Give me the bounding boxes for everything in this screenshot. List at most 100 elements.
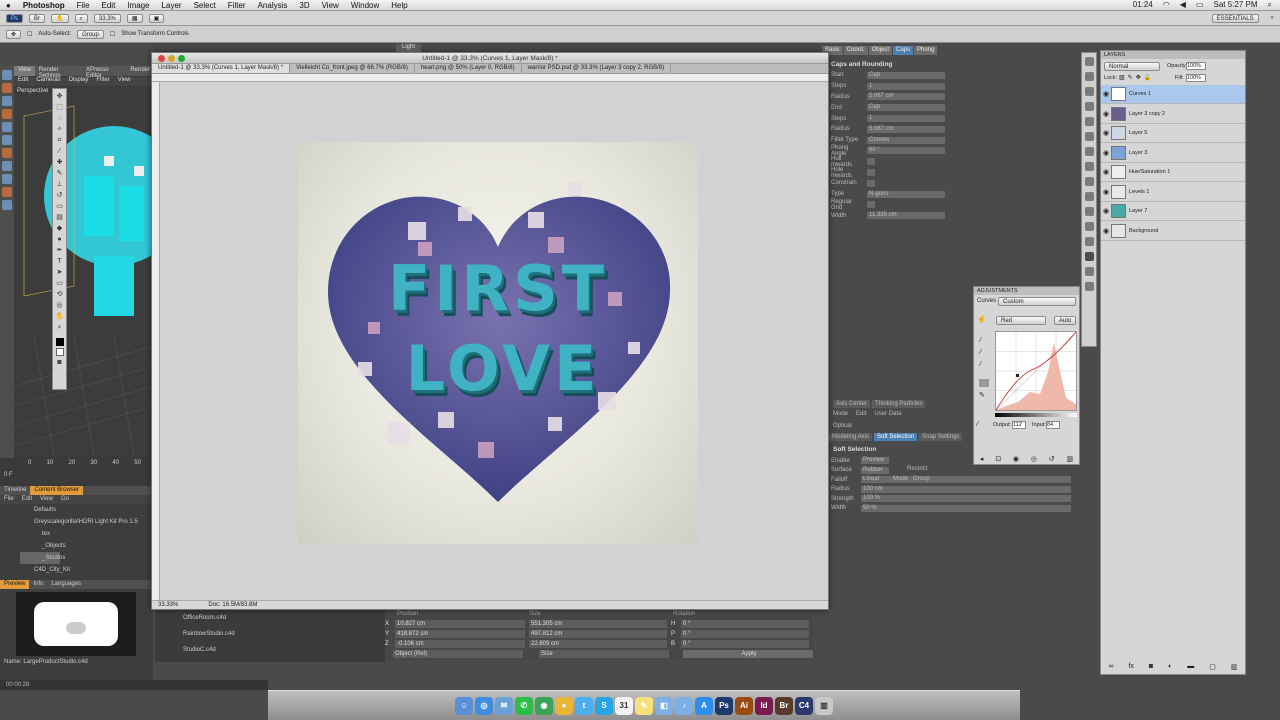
c4d-tool-icon[interactable] bbox=[2, 148, 12, 158]
attr-menu-user-data[interactable]: User Data bbox=[874, 411, 901, 417]
attr-field[interactable] bbox=[867, 169, 875, 177]
c4d-tool-icon[interactable] bbox=[2, 83, 12, 93]
attr-field[interactable] bbox=[867, 201, 875, 209]
eye-icon[interactable]: ◉ bbox=[1101, 90, 1111, 98]
zoom-icon[interactable] bbox=[178, 55, 185, 62]
tree-item[interactable]: Defaults bbox=[20, 504, 153, 516]
clone-source-icon[interactable] bbox=[1084, 222, 1094, 231]
tab-snap-settings[interactable]: Snap Settings bbox=[919, 433, 963, 441]
tab-view[interactable]: View bbox=[14, 66, 35, 76]
brushes-icon[interactable] bbox=[1084, 207, 1094, 216]
c4d-tool-icon[interactable] bbox=[2, 70, 12, 80]
eraser-icon[interactable]: ▭ bbox=[55, 202, 64, 211]
attr-field[interactable]: Cap bbox=[867, 71, 945, 79]
rotation-field[interactable]: 0 ° bbox=[681, 629, 809, 638]
3d-camera-icon[interactable]: ◎ bbox=[55, 301, 64, 310]
list-item[interactable]: StudioC.c4d bbox=[155, 642, 385, 658]
eye-icon[interactable]: ◉ bbox=[1101, 168, 1111, 176]
eyedropper-icon[interactable]: ⁄ bbox=[977, 421, 978, 428]
menu-select[interactable]: Select bbox=[188, 1, 222, 10]
add-mask-icon[interactable]: ◙ bbox=[1149, 663, 1153, 671]
soft-field[interactable]: Preview bbox=[861, 457, 889, 465]
viewport-menu-view[interactable]: View bbox=[118, 77, 131, 86]
eye-icon[interactable]: ◉ bbox=[1101, 129, 1111, 137]
move-tool-icon[interactable]: ✥ bbox=[55, 92, 64, 101]
c4d-tool-icon[interactable] bbox=[2, 135, 12, 145]
navigator-icon[interactable] bbox=[1084, 102, 1094, 111]
tab-soft-selection[interactable]: Soft Selection bbox=[874, 433, 918, 441]
soft-field[interactable]: Rubber bbox=[861, 466, 889, 474]
blend-mode-dropdown[interactable]: Normal bbox=[1104, 62, 1160, 71]
c4d-tool-icon[interactable] bbox=[2, 200, 12, 210]
layers-title[interactable]: LAYERS bbox=[1101, 51, 1245, 59]
position-field[interactable]: 418.872 cm bbox=[395, 629, 525, 638]
c4d-tool-icon[interactable] bbox=[2, 96, 12, 106]
menu-help[interactable]: Help bbox=[385, 1, 413, 10]
dock-icon-indesign[interactable]: Id bbox=[755, 696, 773, 715]
blur-tool-icon[interactable]: ◆ bbox=[55, 224, 64, 233]
zoom-tool-icon[interactable]: ⌕ bbox=[74, 13, 88, 23]
eye-icon[interactable]: ◉ bbox=[1101, 188, 1111, 196]
tab-timeline[interactable]: Timeline bbox=[0, 486, 30, 495]
arrange-icon[interactable]: ▦ bbox=[126, 13, 143, 23]
c4d-tool-icon[interactable] bbox=[2, 109, 12, 119]
viewport-menu-cameras[interactable]: Cameras bbox=[36, 77, 60, 86]
tree-item[interactable]: _Objects bbox=[20, 540, 153, 552]
rotation-field[interactable]: 0 ° bbox=[681, 639, 809, 648]
coord-mode-dropdown[interactable]: Object (Rel) bbox=[393, 649, 523, 658]
canvas-area[interactable]: FIRST LOVE bbox=[160, 82, 828, 600]
layer-row[interactable]: ◉ Background bbox=[1101, 222, 1245, 241]
link-layers-icon[interactable]: ∞ bbox=[1108, 663, 1113, 671]
soft-field[interactable]: 100 % bbox=[861, 495, 1071, 503]
tab-phong[interactable]: Phong bbox=[914, 46, 938, 55]
layer-row[interactable]: ◉ Layer 3 copy 2 bbox=[1101, 105, 1245, 124]
browser-menu-file[interactable]: File bbox=[0, 495, 18, 504]
position-field[interactable]: 10.827 cm bbox=[395, 619, 525, 628]
menu-filter[interactable]: Filter bbox=[222, 1, 252, 10]
eye-icon[interactable]: ◉ bbox=[1101, 207, 1111, 215]
back-icon[interactable]: ◂ bbox=[980, 455, 984, 463]
c4d-tool-icon[interactable] bbox=[2, 187, 12, 197]
position-field[interactable]: -0.106 cm bbox=[395, 639, 525, 648]
healing-brush-icon[interactable]: ✚ bbox=[55, 158, 64, 167]
status-zoom[interactable]: 33.33% bbox=[158, 601, 178, 609]
tree-item[interactable]: C4D_City_Kit bbox=[20, 564, 153, 576]
input-field[interactable]: 84 bbox=[1046, 421, 1060, 429]
layer-row[interactable]: ◉ Levels 1 bbox=[1101, 183, 1245, 202]
layer-row[interactable]: ◉ Layer 7 bbox=[1101, 202, 1245, 221]
tab-xpresso[interactable]: XPresso Editor bbox=[82, 66, 126, 79]
tab-languages[interactable]: Languages bbox=[47, 580, 85, 589]
3d-rotate-icon[interactable]: ⟲ bbox=[55, 290, 64, 299]
dock-icon-twitter[interactable]: t bbox=[575, 696, 593, 715]
minimize-icon[interactable] bbox=[168, 55, 175, 62]
tab-render-settings[interactable]: Render Settings bbox=[35, 66, 82, 79]
target-adjust-icon[interactable]: ☝ bbox=[977, 315, 986, 323]
attr-field[interactable]: 1 bbox=[867, 82, 945, 90]
browser-menu-view[interactable]: View bbox=[36, 495, 57, 504]
visibility-icon[interactable]: ◉ bbox=[1013, 455, 1019, 463]
menu-view[interactable]: View bbox=[316, 1, 345, 10]
dock-icon-chrome[interactable]: ● bbox=[555, 696, 573, 715]
light-tab[interactable]: Light bbox=[396, 44, 422, 52]
hand-tool-icon[interactable]: ✋ bbox=[55, 312, 64, 321]
apply-button[interactable]: Apply bbox=[683, 649, 813, 658]
move-tool-icon[interactable]: ✥ bbox=[6, 29, 22, 39]
auto-button[interactable]: Auto bbox=[1054, 316, 1076, 325]
tab-modeling-axis[interactable]: Modeling Axis bbox=[829, 433, 873, 441]
dock-icon-safari[interactable]: ◎ bbox=[475, 696, 493, 715]
dock-icon-calendar[interactable]: 31 bbox=[615, 696, 633, 715]
soft-field[interactable]: 50 % bbox=[861, 504, 1071, 512]
lock-image-icon[interactable]: ✎ bbox=[1128, 74, 1133, 81]
attr-field[interactable]: Cap bbox=[867, 104, 945, 112]
c4d-tool-icon[interactable] bbox=[2, 122, 12, 132]
workspace-switcher[interactable]: ESSENTIALS bbox=[1211, 13, 1259, 23]
menubar-datetime[interactable]: Sat 5:27 PM bbox=[1213, 0, 1257, 10]
eye-icon[interactable]: ◉ bbox=[1101, 149, 1111, 157]
dock-icon-bridge[interactable]: Br bbox=[775, 696, 793, 715]
tree-item[interactable]: Greyscalegorilla\HDRI Light Kit Pro 1.5 bbox=[20, 516, 153, 528]
adjustments-icon[interactable] bbox=[1084, 252, 1094, 261]
apple-icon[interactable]: ● bbox=[0, 1, 17, 10]
character-icon[interactable] bbox=[1084, 177, 1094, 186]
menu-layer[interactable]: Layer bbox=[156, 1, 188, 10]
quick-mask-icon[interactable]: ◙ bbox=[55, 358, 64, 367]
